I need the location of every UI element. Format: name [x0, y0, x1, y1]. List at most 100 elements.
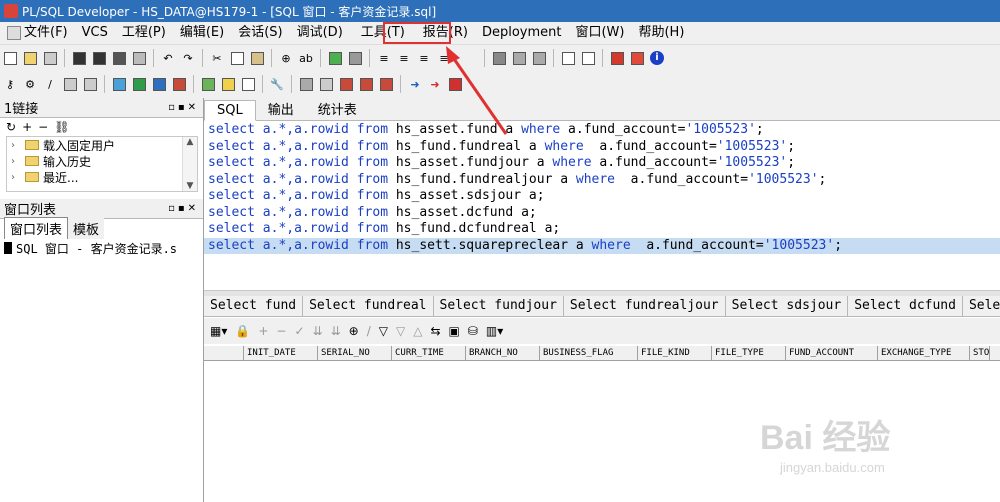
stop-red-icon[interactable] [446, 75, 464, 93]
panel-controls[interactable]: ▫▪✕ [168, 203, 199, 214]
uncomment-icon[interactable]: ≡ [435, 49, 453, 67]
insert-row-icon[interactable]: + [258, 324, 268, 338]
replace-icon[interactable]: ab [297, 49, 315, 67]
link-icon[interactable]: ⛓ [54, 120, 69, 134]
sql-line[interactable]: select a.*,a.rowid from hs_asset.sdsjour… [204, 188, 1000, 205]
grid-column-header[interactable]: BRANCH_NO [466, 346, 540, 360]
sql-line[interactable]: select a.*,a.rowid from hs_fund.fundreal… [204, 172, 1000, 189]
tab-templates[interactable]: 模板 [68, 218, 105, 239]
remove-icon[interactable]: − [38, 120, 48, 134]
open-icon[interactable] [21, 49, 39, 67]
gear-icon[interactable]: ⚙ [21, 75, 39, 93]
dbms-icon[interactable] [150, 75, 168, 93]
grid-column-header[interactable]: EXCHANGE_TYPE [878, 346, 970, 360]
arrow-right-red-icon[interactable]: ➜ [426, 75, 444, 93]
sort-up-icon[interactable]: △ [413, 324, 422, 338]
window-list-item[interactable]: SQL 窗口 - 客户资金记录.s [0, 239, 203, 257]
comment-icon[interactable]: ≡ [415, 49, 433, 67]
stop-icon[interactable] [337, 75, 355, 93]
arrow-right-blue-icon[interactable]: ➜ [406, 75, 424, 93]
menu-edit[interactable]: 编辑(E) [173, 23, 231, 43]
save-icon[interactable] [70, 49, 88, 67]
new-icon[interactable] [1, 49, 19, 67]
pause-icon[interactable] [377, 75, 395, 93]
last-icon[interactable]: ⇊ [331, 324, 341, 338]
menu-debug[interactable]: 调试(D) [290, 23, 350, 43]
tree-item[interactable]: › 输入历史 [7, 153, 197, 169]
pdf-icon[interactable] [628, 49, 646, 67]
tab-output[interactable]: 输出 [256, 97, 306, 120]
run-icon[interactable] [357, 75, 375, 93]
oracle-icon[interactable] [608, 49, 626, 67]
sql-line[interactable]: select a.*,a.rowid from hs_asset.fund a … [204, 122, 1000, 139]
db-tables-icon[interactable] [510, 49, 528, 67]
result-tab[interactable]: Select fundreal [303, 296, 434, 316]
grid-column-header[interactable]: FUND_ACCOUNT [786, 346, 878, 360]
menu-file[interactable]: 文件(F) [0, 23, 75, 43]
grid-column-header[interactable]: INIT_DATE [244, 346, 318, 360]
result-tab[interactable]: Select fundrealjour [564, 296, 726, 316]
db-objects-icon[interactable] [490, 49, 508, 67]
menu-vcs[interactable]: VCS [75, 23, 115, 43]
result-tab[interactable]: Select [963, 296, 1000, 316]
menu-project[interactable]: 工程(P) [115, 23, 173, 43]
save-all-icon[interactable] [110, 49, 128, 67]
download-icon[interactable] [81, 75, 99, 93]
grid-column-header[interactable]: STO [970, 346, 990, 360]
copy-icon[interactable] [228, 49, 246, 67]
info-icon[interactable]: i [648, 49, 666, 67]
tree-item[interactable]: › 最近... [7, 169, 197, 185]
tree-item[interactable]: › 载入固定用户 [7, 137, 197, 153]
post-icon[interactable]: ✓ [294, 324, 304, 338]
wrench-icon[interactable]: 🔧 [268, 75, 286, 93]
outdent-icon[interactable]: ≡ [395, 49, 413, 67]
sql-line[interactable]: select a.*,a.rowid from hs_fund.dcfundre… [204, 221, 1000, 238]
bp-icon[interactable] [297, 75, 315, 93]
delete-row-icon[interactable]: − [276, 324, 286, 338]
rollback-icon[interactable] [170, 75, 188, 93]
wand-icon[interactable]: / [41, 75, 59, 93]
result-tab[interactable]: Select fund [204, 296, 304, 316]
table-icon[interactable] [199, 75, 217, 93]
panel-controls[interactable]: ▫▪✕ [168, 102, 199, 113]
find-grid-icon[interactable]: ⊕ [349, 324, 359, 338]
note-icon[interactable] [219, 75, 237, 93]
clear-icon[interactable]: / [367, 324, 371, 338]
indent-icon[interactable]: ≡ [375, 49, 393, 67]
grid-column-header[interactable]: FILE_TYPE [712, 346, 786, 360]
export-icon[interactable] [346, 49, 364, 67]
tab-window-list[interactable]: 窗口列表 [4, 217, 69, 239]
menu-help[interactable]: 帮助(H) [631, 23, 691, 43]
grid-column-header[interactable]: BUSINESS_FLAG [540, 346, 638, 360]
chart-icon[interactable]: ▥▾ [486, 324, 503, 338]
undo-icon[interactable]: ↶ [159, 49, 177, 67]
grid-column-header[interactable]: SERIAL_NO [318, 346, 392, 360]
sql-editor[interactable]: select a.*,a.rowid from hs_asset.fund a … [204, 122, 1000, 290]
db-views-icon[interactable] [530, 49, 548, 67]
printer-icon[interactable] [130, 49, 148, 67]
tab-sql[interactable]: SQL [204, 100, 256, 121]
key-icon[interactable]: ⚷ [1, 75, 19, 93]
result-tab[interactable]: Select sdsjour [726, 296, 849, 316]
sql-line[interactable]: select a.*,a.rowid from hs_asset.fundjou… [204, 155, 1000, 172]
paste-icon[interactable] [248, 49, 266, 67]
window-cascade-icon[interactable] [559, 49, 577, 67]
menu-session[interactable]: 会话(S) [231, 23, 289, 43]
sql-icon[interactable] [130, 75, 148, 93]
save-as-icon[interactable] [90, 49, 108, 67]
link-grid-icon[interactable]: ⇆ [430, 324, 440, 338]
redo-icon[interactable]: ↷ [179, 49, 197, 67]
grid-icon[interactable]: ▦▾ [210, 324, 227, 338]
lock-icon[interactable]: 🔒 [235, 324, 250, 338]
commit-icon[interactable] [110, 75, 128, 93]
sql-line[interactable]: select a.*,a.rowid from hs_sett.squarepr… [204, 237, 1000, 254]
sort-down-icon[interactable]: ▽ [396, 324, 405, 338]
next-icon[interactable]: ⇊ [313, 324, 323, 338]
print-icon[interactable] [41, 49, 59, 67]
menu-window[interactable]: 窗口(W) [568, 23, 631, 43]
tab-statistics[interactable]: 统计表 [306, 97, 369, 120]
tree-scrollbar[interactable]: ▲ ▼ [182, 137, 197, 191]
menu-deployment[interactable]: Deployment [475, 23, 569, 43]
upload-icon[interactable] [61, 75, 79, 93]
db-icon[interactable]: ⛁ [468, 324, 478, 338]
